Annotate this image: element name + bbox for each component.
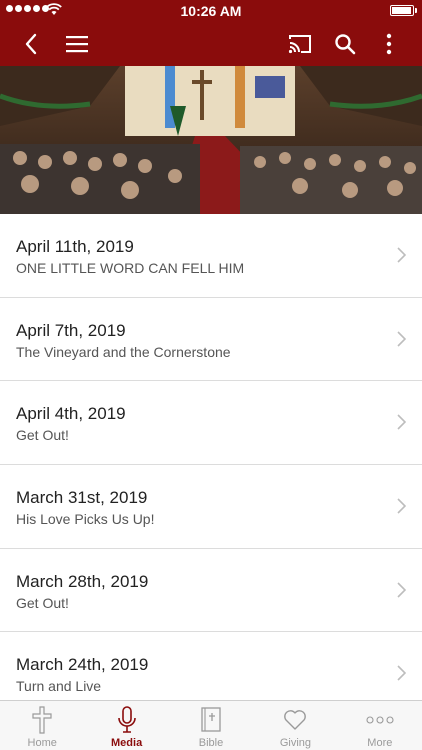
- chevron-right-icon: [397, 665, 407, 686]
- tab-label: More: [367, 737, 393, 749]
- tab-label: Giving: [279, 737, 312, 749]
- list-item[interactable]: April 11th, 2019 ONE LITTLE WORD CAN FEL…: [0, 214, 422, 298]
- navigation-bar: [0, 22, 422, 66]
- chevron-right-icon: [397, 247, 407, 268]
- list-item[interactable]: March 28th, 2019 Get Out!: [0, 549, 422, 633]
- list-item[interactable]: April 4th, 2019 Get Out!: [0, 381, 422, 466]
- sermon-date: March 24th, 2019: [16, 655, 149, 675]
- tab-label: Bible: [198, 737, 224, 749]
- sermon-date: April 7th, 2019: [16, 320, 126, 340]
- sermon-date: March 28th, 2019: [16, 571, 149, 591]
- list-item[interactable]: April 7th, 2019 The Vineyard and the Cor…: [0, 298, 422, 382]
- heart-icon: [253, 706, 337, 734]
- sermon-title: Get Out!: [16, 427, 69, 444]
- sermon-list: April 11th, 2019 ONE LITTLE WORD CAN FEL…: [0, 214, 422, 700]
- sermon-title: ONE LITTLE WORD CAN FELL HIM: [16, 260, 245, 276]
- ellipsis-icon: [338, 706, 422, 734]
- church-sanctuary-image: [0, 66, 422, 214]
- tab-label: Media: [111, 737, 143, 749]
- hamburger-menu-icon[interactable]: [64, 31, 90, 57]
- tab-giving[interactable]: Giving: [253, 701, 337, 750]
- status-time: 10:26 AM: [180, 3, 242, 19]
- tab-more[interactable]: More: [338, 701, 422, 750]
- chevron-left-icon[interactable]: [18, 31, 44, 57]
- microphone-icon: [84, 706, 168, 734]
- tab-home[interactable]: Home: [0, 701, 84, 750]
- chevron-right-icon: [397, 498, 407, 519]
- tab-media[interactable]: Media: [84, 701, 168, 750]
- cross-icon: [0, 706, 84, 734]
- tab-label: Home: [27, 737, 57, 749]
- status-bar: 10:26 AM: [0, 0, 422, 22]
- sermon-date: April 11th, 2019: [16, 237, 134, 256]
- chevron-right-icon: [397, 582, 407, 603]
- tab-bar: Home Media Bible Giving More: [0, 700, 422, 750]
- list-item[interactable]: March 31st, 2019 His Love Picks Us Up!: [0, 465, 422, 549]
- chevron-right-icon: [397, 414, 407, 435]
- sermon-title: His Love Picks Us Up!: [16, 511, 155, 528]
- search-icon[interactable]: [332, 31, 358, 57]
- chevron-right-icon: [397, 331, 407, 352]
- list-item[interactable]: March 24th, 2019 Turn and Live: [0, 632, 422, 700]
- battery-icon: [390, 5, 417, 16]
- sermon-date: March 31st, 2019: [16, 488, 148, 508]
- bible-icon: [169, 706, 253, 734]
- sermon-title: The Vineyard and the Cornerstone: [16, 343, 231, 360]
- sermon-title: Turn and Live: [16, 678, 102, 695]
- cast-icon[interactable]: [287, 31, 313, 57]
- vertical-ellipsis-icon[interactable]: [376, 31, 402, 57]
- tab-bible[interactable]: Bible: [169, 701, 253, 750]
- sermon-title: Get Out!: [16, 594, 69, 611]
- sermon-date: April 4th, 2019: [16, 404, 126, 424]
- top-bar: 10:26 AM: [0, 0, 422, 66]
